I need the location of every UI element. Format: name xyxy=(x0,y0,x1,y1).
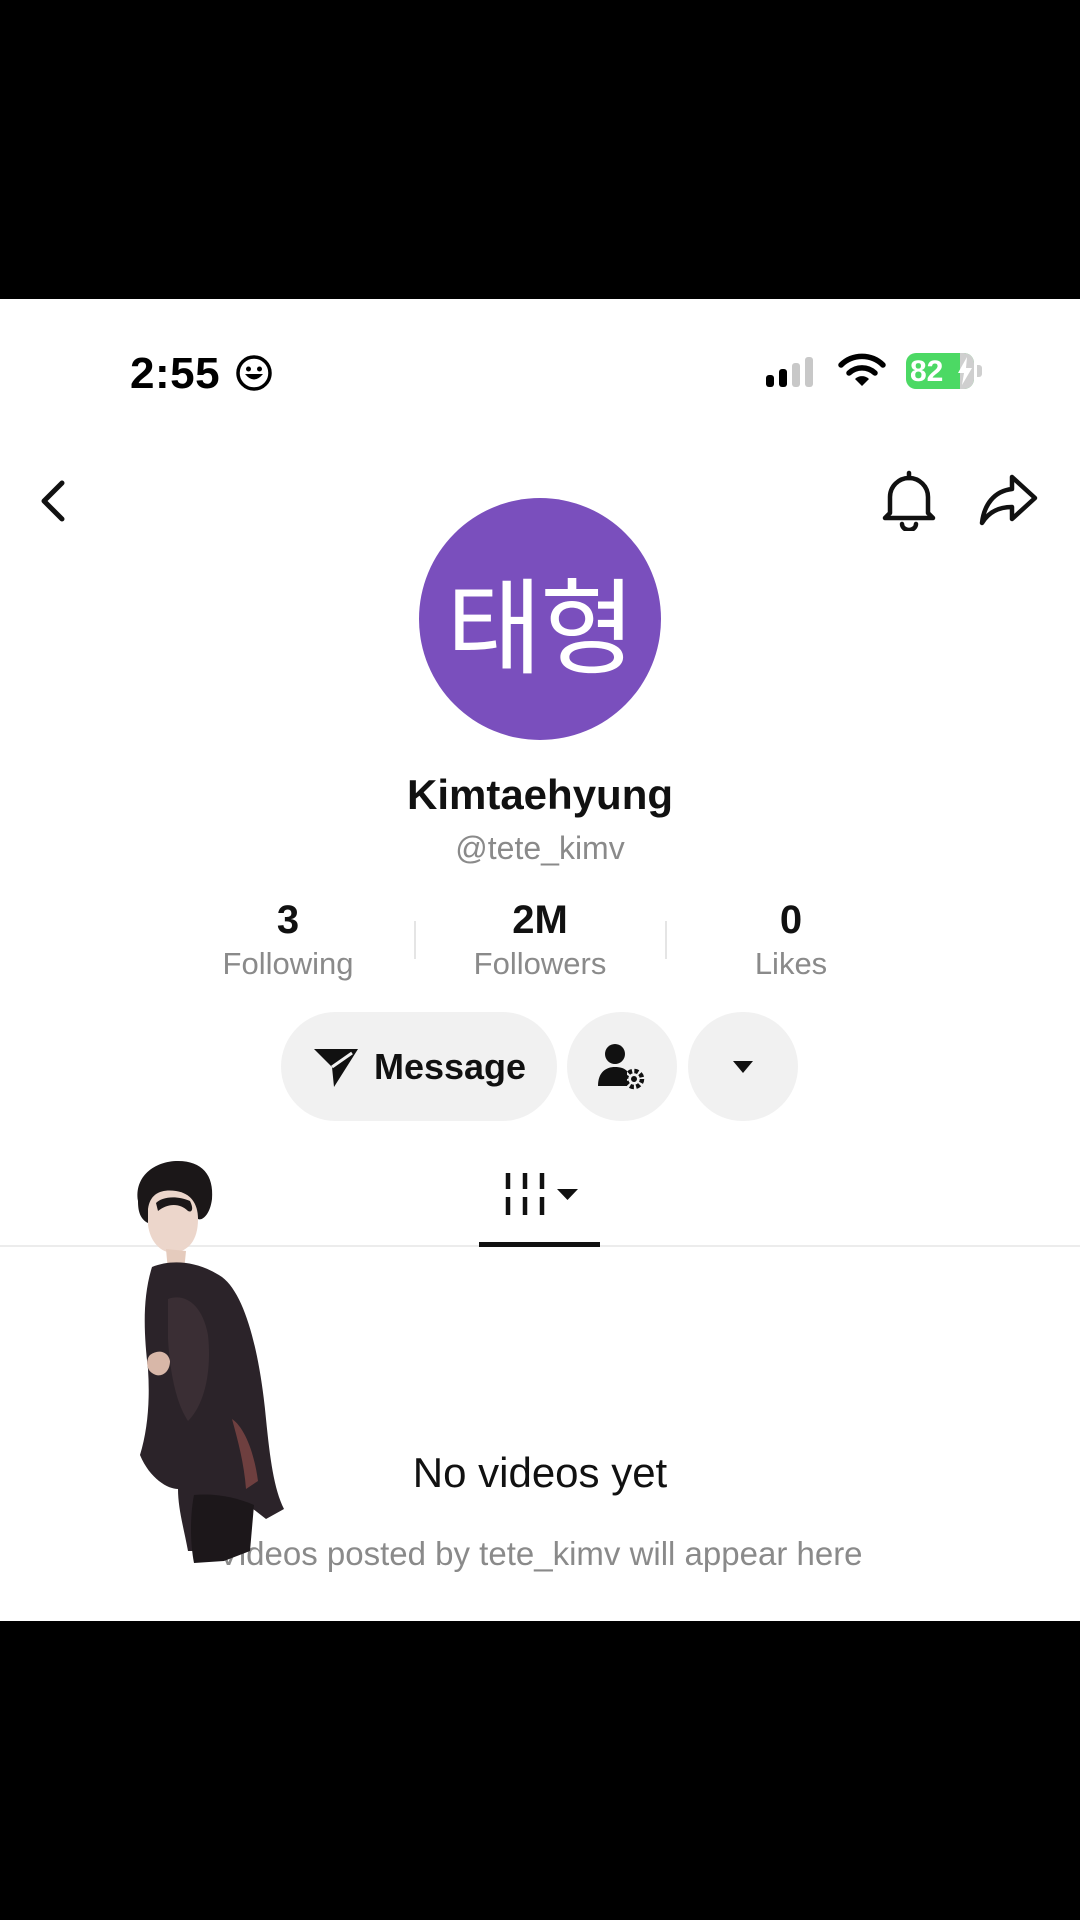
message-label: Message xyxy=(373,1045,527,1087)
battery-nub xyxy=(977,365,982,377)
wifi-icon xyxy=(838,353,886,386)
stat-divider xyxy=(414,921,416,959)
profile-screen: 2:55 82 태형 Kimtaehyung @tete_kimv 3 Foll… xyxy=(0,299,1080,1621)
stat-likes[interactable]: 0 Likes xyxy=(681,897,901,985)
stat-divider xyxy=(665,921,667,959)
friend-settings-button[interactable] xyxy=(567,1012,677,1121)
battery-level: 82 xyxy=(910,355,944,388)
cellular-signal-icon xyxy=(766,357,813,387)
charging-bolt-icon xyxy=(958,357,972,385)
stat-following[interactable]: 3 Following xyxy=(178,897,398,985)
status-time: 2:55 xyxy=(130,349,221,398)
videos-grid-icon[interactable] xyxy=(500,1171,582,1219)
avatar-initials: 태형 xyxy=(446,567,635,690)
username-handle: @tete_kimv xyxy=(455,830,625,866)
likes-label: Likes xyxy=(754,946,828,981)
smiley-icon xyxy=(236,355,272,391)
person-sticker xyxy=(137,1161,284,1563)
send-icon xyxy=(313,1048,358,1087)
message-button[interactable]: Message xyxy=(281,1012,557,1121)
caret-down-icon xyxy=(733,1060,753,1073)
user-settings-icon xyxy=(598,1043,645,1089)
following-label: Following xyxy=(222,946,354,981)
stat-followers[interactable]: 2M Followers xyxy=(430,897,650,985)
display-name: Kimtaehyung xyxy=(406,771,674,818)
avatar[interactable]: 태형 xyxy=(419,498,661,740)
following-count: 3 xyxy=(276,898,300,942)
followers-label: Followers xyxy=(473,946,607,981)
bell-icon[interactable] xyxy=(880,469,938,531)
share-arrow-icon[interactable] xyxy=(978,471,1040,529)
likes-count: 0 xyxy=(779,898,803,942)
followers-count: 2M xyxy=(512,898,568,942)
battery-indicator: 82 xyxy=(906,353,974,389)
more-options-button[interactable] xyxy=(688,1012,798,1121)
back-icon[interactable] xyxy=(34,477,74,525)
active-tab-indicator xyxy=(479,1242,600,1247)
